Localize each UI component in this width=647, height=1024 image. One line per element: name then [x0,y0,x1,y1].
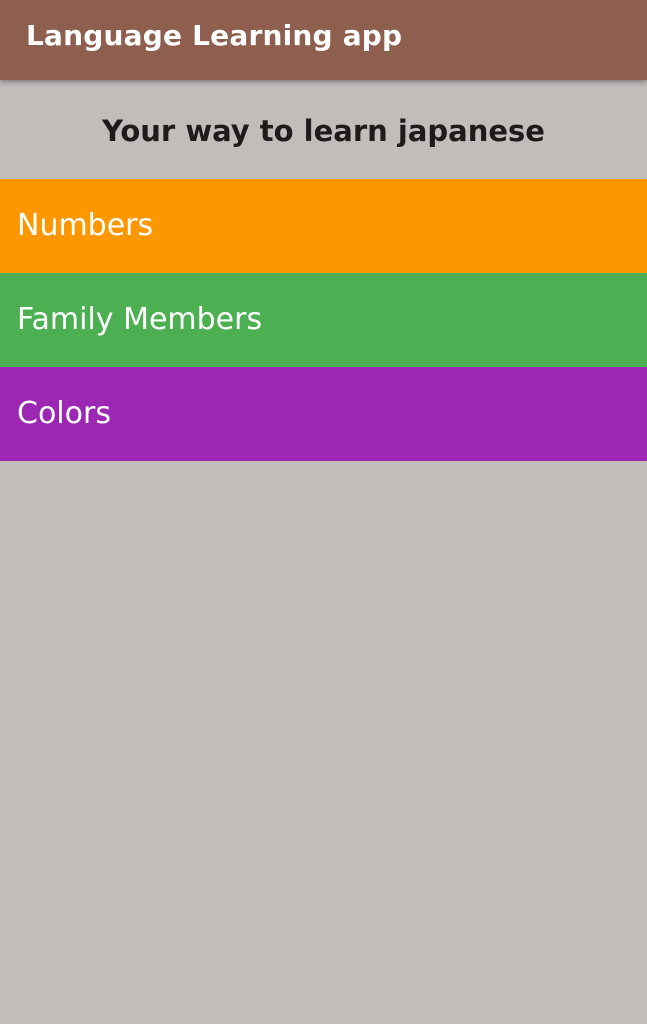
page-subtitle: Your way to learn japanese [102,114,545,148]
empty-content-area [0,462,647,1024]
category-numbers[interactable]: Numbers [0,179,647,273]
app-bar: Language Learning app [0,0,647,80]
category-label: Family Members [17,302,263,337]
subtitle-section: Your way to learn japanese [0,80,647,180]
category-list: Numbers Family Members Colors [0,179,647,461]
category-label: Numbers [17,208,154,243]
app-title: Language Learning app [26,19,403,52]
category-colors[interactable]: Colors [0,367,647,461]
category-label: Colors [17,396,111,431]
category-family-members[interactable]: Family Members [0,273,647,367]
